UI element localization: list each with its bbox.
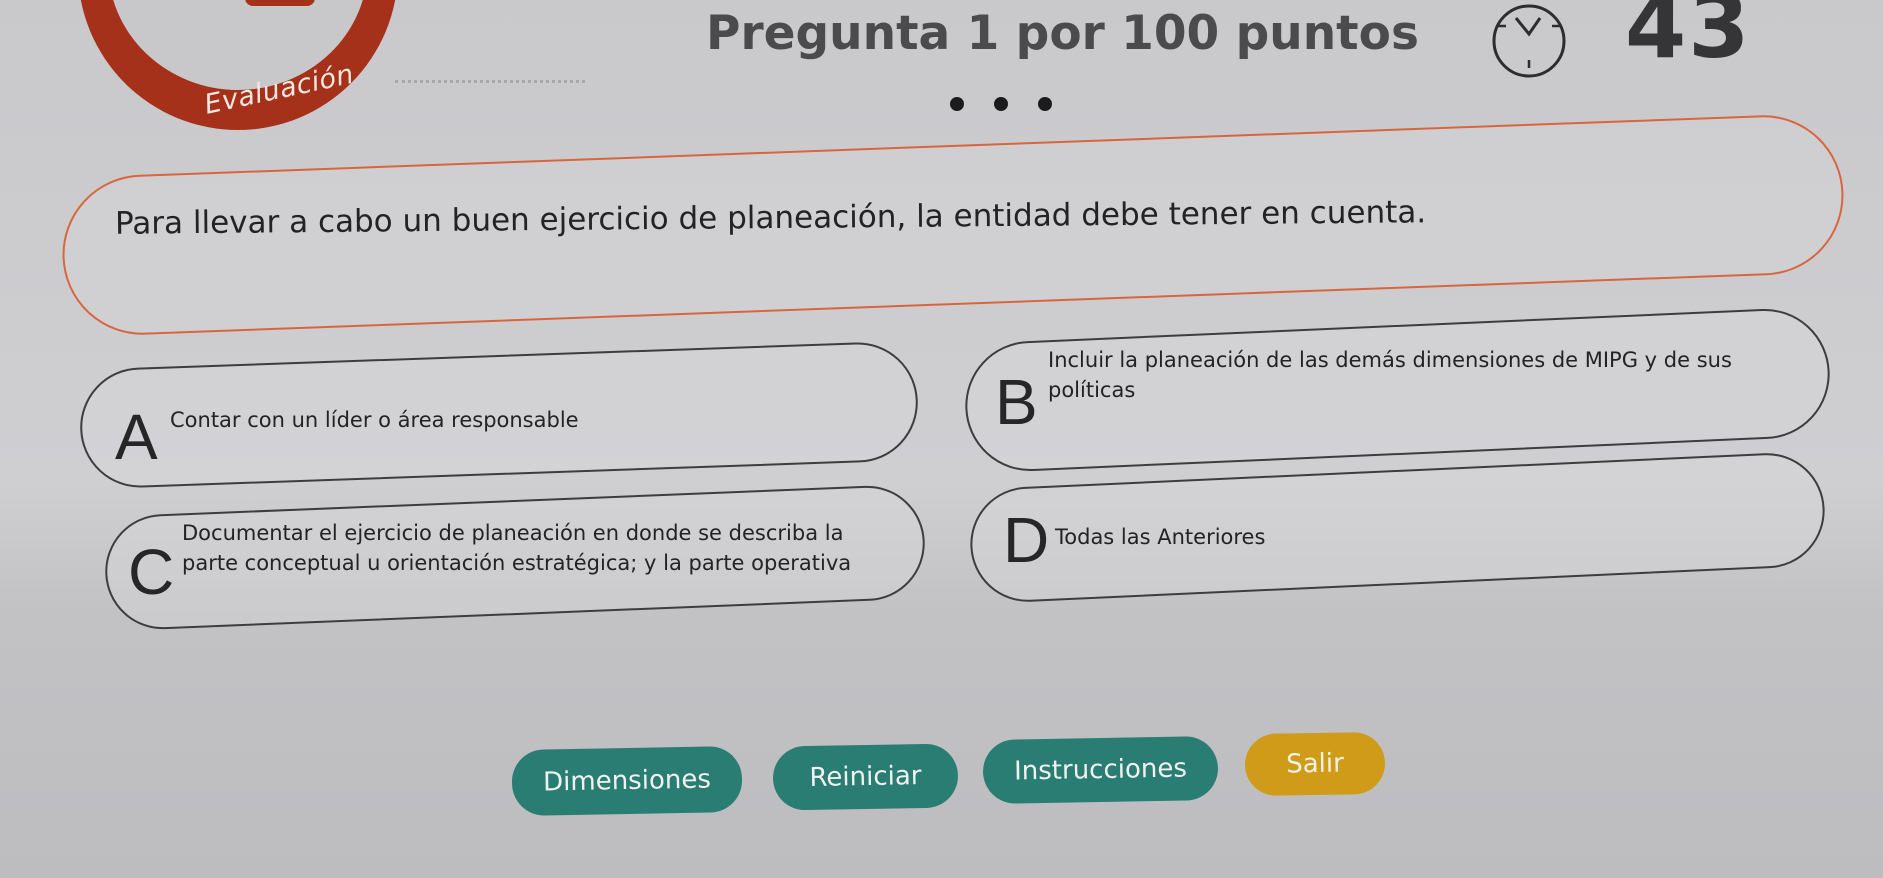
option-letter-b: B [995, 366, 1038, 438]
salir-button[interactable]: Salir [1244, 731, 1386, 797]
timer-countdown: 43 [1625, 0, 1752, 78]
decorative-dotted-line [395, 80, 585, 83]
instrucciones-button[interactable]: Instrucciones [982, 735, 1219, 805]
option-text-c: Documentar el ejercicio de planeación en… [182, 521, 852, 575]
evaluation-emblem-mark [245, 0, 315, 6]
progress-dot [994, 97, 1008, 111]
question-title: Pregunta 1 por 100 puntos [706, 6, 1419, 61]
option-text-d: Todas las Anteriores [1055, 525, 1266, 549]
dimensiones-button[interactable]: Dimensiones [511, 745, 743, 817]
progress-dot [950, 97, 964, 111]
option-letter-a: A [115, 401, 158, 473]
clock-icon [1492, 4, 1566, 78]
option-text-b: Incluir la planeación de las demás dimen… [1048, 348, 1732, 402]
reiniciar-button[interactable]: Reiniciar [772, 743, 959, 811]
option-letter-d: D [1003, 504, 1050, 576]
progress-dot [1038, 97, 1052, 111]
option-text-a: Contar con un líder o área responsable [170, 408, 579, 432]
progress-indicator [950, 97, 1052, 111]
option-letter-c: C [128, 536, 175, 608]
